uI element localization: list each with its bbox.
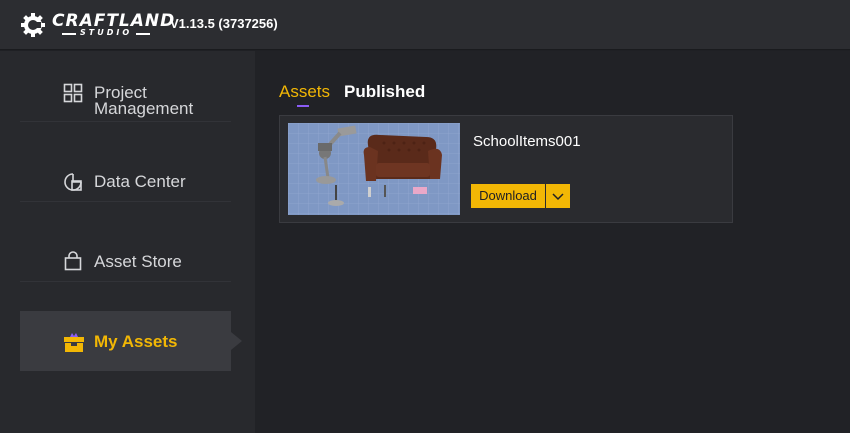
tab-published[interactable]: Published	[344, 82, 425, 102]
active-tab-indicator	[297, 105, 309, 107]
shopping-bag-icon	[64, 251, 82, 271]
download-options-button[interactable]	[546, 184, 570, 208]
chevron-down-icon	[552, 193, 564, 201]
treasure-chest-icon	[64, 333, 84, 352]
tab-assets[interactable]: Assets	[279, 82, 330, 102]
title-bar: CRAFTLAND STUDIO V1.13.5 (3737256)	[0, 0, 850, 50]
sidebar-item-label: Asset Store	[94, 252, 182, 271]
craftland-logo: CRAFTLAND STUDIO	[20, 8, 174, 42]
app-version: V1.13.5 (3737256)	[170, 16, 278, 31]
sidebar: Project Management Data Center Asset Sto…	[0, 51, 255, 433]
sidebar-item-label: Management	[94, 99, 194, 118]
sidebar-item-label: My Assets	[94, 332, 178, 351]
asset-name: SchoolItems001	[473, 133, 581, 150]
sidebar-item-project-management[interactable]: Project Management	[20, 62, 231, 122]
sidebar-item-label: Data Center	[94, 172, 186, 191]
sidebar-item-data-center[interactable]: Data Center	[20, 142, 231, 202]
sidebar-item-asset-store[interactable]: Asset Store	[20, 222, 231, 282]
asset-thumbnail	[288, 123, 460, 215]
gear-logo-icon	[21, 13, 45, 37]
logo-subtext: STUDIO	[61, 28, 151, 37]
main-content: Assets Published SchoolItems001 Download	[255, 51, 850, 433]
download-button[interactable]: Download	[471, 184, 545, 208]
sidebar-item-my-assets[interactable]: My Assets	[20, 311, 242, 371]
asset-preview-image	[288, 123, 460, 215]
data-center-icon	[64, 173, 82, 191]
grid-icon	[63, 83, 83, 103]
asset-card[interactable]: SchoolItems001 Download	[279, 115, 733, 223]
